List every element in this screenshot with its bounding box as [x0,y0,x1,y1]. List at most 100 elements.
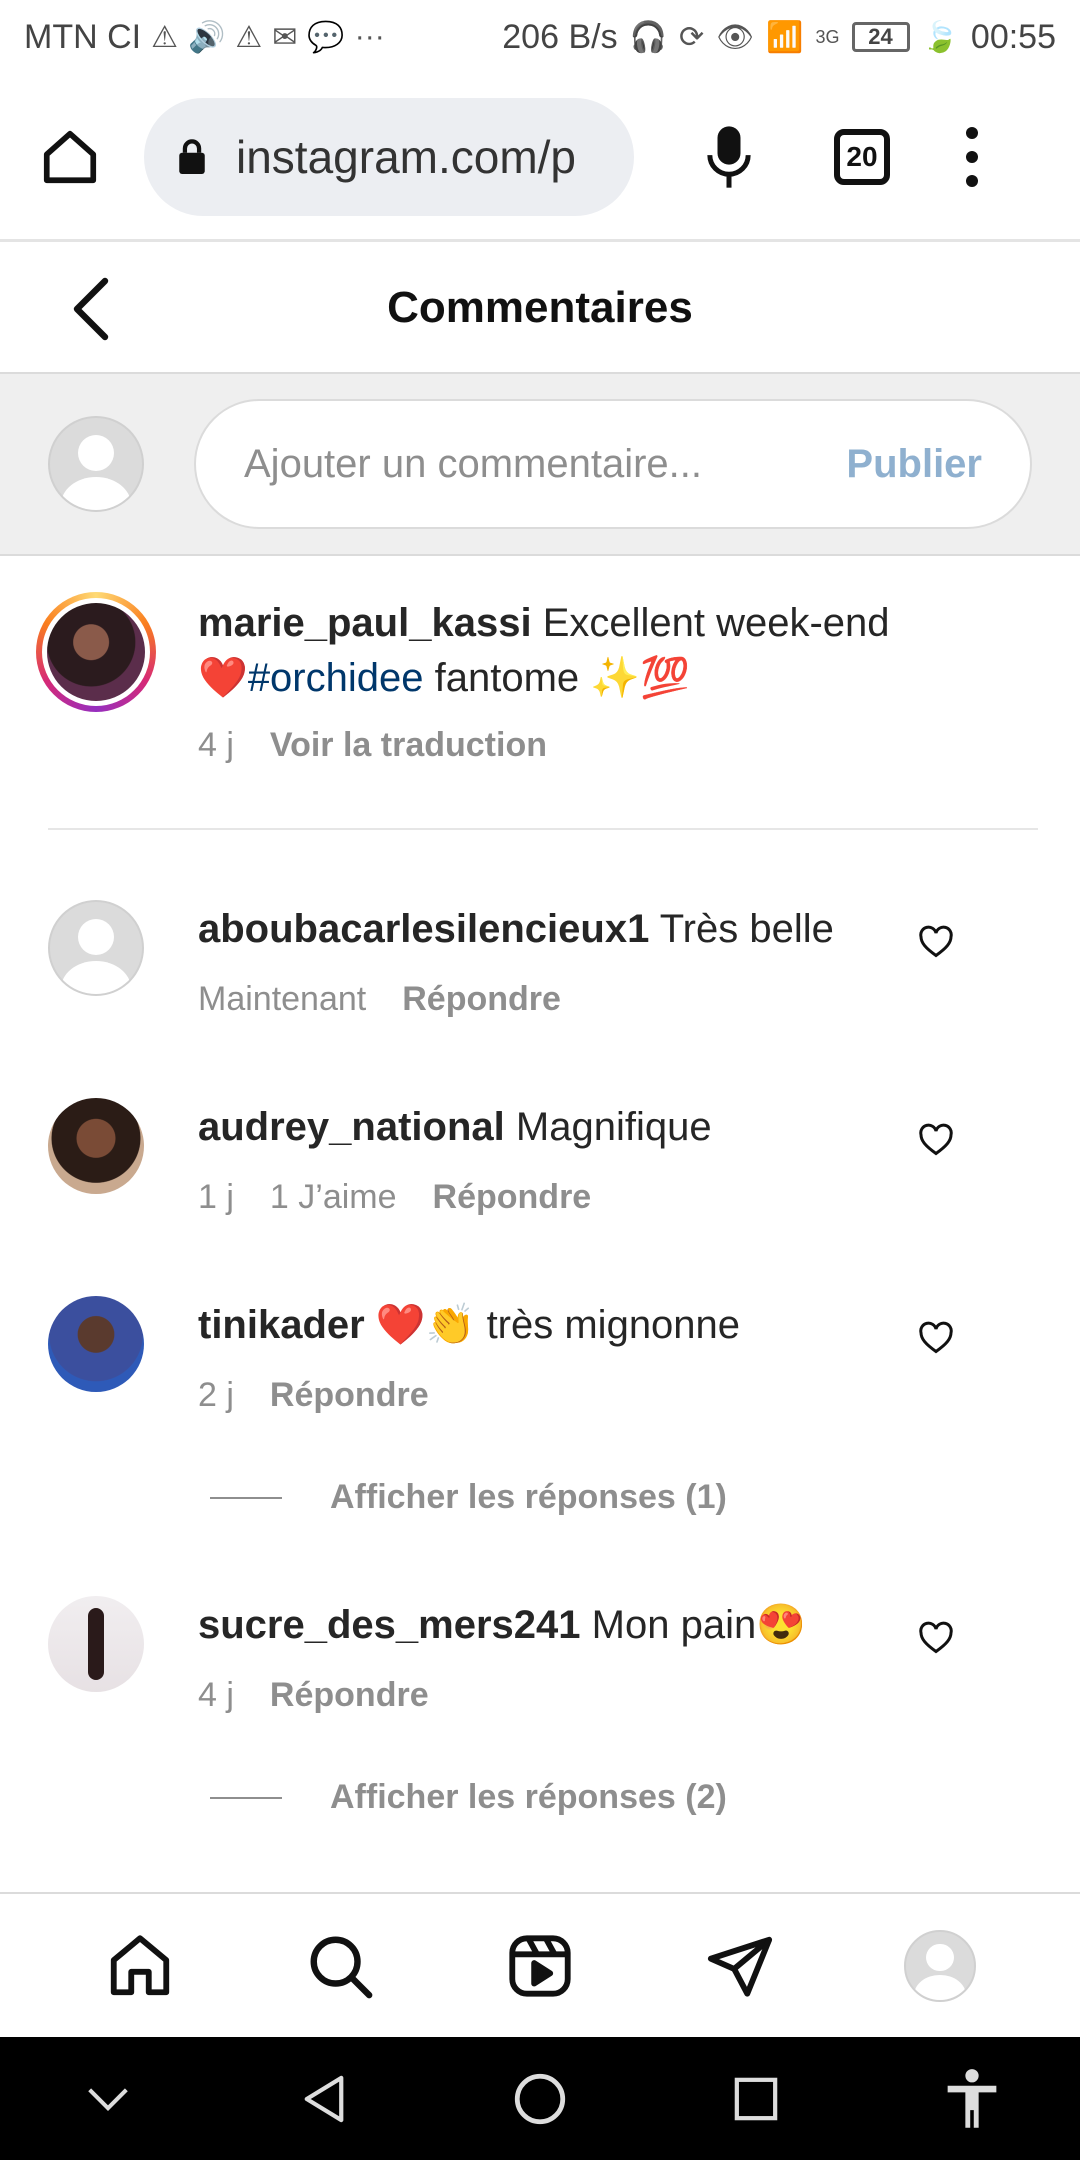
nav-direct[interactable] [690,1916,790,2016]
address-bar[interactable]: instagram.com/p [144,97,634,216]
comment-username[interactable]: sucre_des_mers241 [198,1603,581,1647]
system-home-button[interactable] [495,2054,585,2144]
comment-time: 1 j [198,1178,234,1216]
voice-search-button[interactable] [694,117,764,197]
hashtag-link[interactable]: #orchidee [248,656,424,700]
comment-meta: Maintenant Répondre [198,980,561,1019]
heart-icon [919,1621,953,1654]
browser-toolbar: instagram.com/p 20 [0,74,1080,242]
nav-search[interactable] [290,1916,390,2016]
volume-icon: 🔊 [188,20,226,54]
comment-body: Mon pain😍 [591,1603,807,1647]
like-comment-button[interactable] [916,1618,956,1658]
reels-icon [509,1934,571,1997]
heart-icon [919,1123,953,1156]
browser-home-button[interactable] [30,117,110,197]
chat-icon: 💬 [307,20,345,54]
comment-body: ❤️👏 très mignonne [375,1303,741,1347]
commenter-avatar[interactable] [48,900,144,996]
comment-time: Maintenant [198,980,367,1018]
accessibility-button[interactable] [927,2054,1017,2144]
caption-meta: 4 j Voir la traduction [198,726,547,765]
divider [48,828,1038,830]
like-comment-button[interactable] [916,1318,956,1358]
headphones-icon: 🎧 [629,20,667,54]
chevron-down-icon [88,2087,128,2111]
bottom-navigation [0,1892,1080,2037]
nav-home[interactable] [90,1916,190,2016]
like-comment-button[interactable] [916,922,956,962]
browser-menu-button[interactable] [952,117,992,197]
comment-username[interactable]: tinikader [198,1303,365,1347]
send-icon [707,1936,773,1997]
commenter-avatar[interactable] [48,1596,144,1692]
home-icon [110,1934,170,1995]
accessibility-icon [947,2068,997,2128]
comment-composer: Publier [0,374,1080,556]
translate-link[interactable]: Voir la traduction [270,726,547,765]
show-replies-button[interactable]: Afficher les réponses (1) [210,1478,727,1517]
battery-indicator: 24 [851,22,910,52]
tab-switcher-button[interactable]: 20 [834,128,890,185]
leaf-icon: 🍃 [921,20,959,54]
menu-dot [966,174,978,187]
current-user-avatar [48,416,144,512]
status-bar: MTN CI ⚠ 🔊 ⚠ ✉ 💬 ··· 206 B/s 🎧 ⟳ 👁 📶 3G … [0,0,1080,74]
commenter-avatar[interactable] [48,1296,144,1392]
comment-input[interactable] [244,441,847,487]
warning-icon: ⚠ [151,20,178,54]
caption-body-end: fantome [434,656,580,700]
back-button[interactable] [56,274,126,344]
like-comment-button[interactable] [916,1120,956,1160]
comment-item: tinikader ❤️👏 très mignonne 2 j Répondre [0,1296,1080,1466]
heart-icon [919,925,953,958]
caption-body: Excellent week-end [542,601,890,645]
comment-username[interactable]: audrey_national [198,1105,505,1149]
clock: 00:55 [970,17,1056,56]
author-avatar [47,603,145,701]
caption-time: 4 j [198,726,234,764]
eye-icon: 👁 [716,20,755,54]
menu-dot [966,150,978,163]
system-recents-button[interactable] [711,2054,801,2144]
nav-profile[interactable] [890,1916,990,2016]
comment-time: 4 j [198,1676,234,1714]
network-type: 3G [815,26,840,47]
reply-button[interactable]: Répondre [270,1676,429,1715]
reply-button[interactable]: Répondre [402,980,561,1019]
replies-line [210,1796,282,1799]
heart-icon [919,1321,953,1354]
network-speed: 206 B/s [502,17,618,56]
lock-icon [170,135,214,179]
comment-username[interactable]: aboubacarlesilencieux1 [198,907,649,951]
show-replies-button[interactable]: Afficher les réponses (2) [210,1778,727,1817]
profile-avatar [904,1929,976,2002]
show-replies-label: Afficher les réponses (1) [330,1478,727,1516]
caption-username[interactable]: marie_paul_kassi [198,601,532,645]
comment-meta: 4 j Répondre [198,1676,429,1715]
comments-header: Commentaires [0,244,1080,374]
hide-nav-button[interactable] [63,2054,153,2144]
comment-text: aboubacarlesilencieux1 Très belle [198,904,918,954]
menu-dot [966,126,978,139]
sync-icon: ⟳ [678,20,705,54]
comment-time: 2 j [198,1376,234,1414]
commenter-avatar[interactable] [48,1098,144,1194]
comment-meta: 2 j Répondre [198,1376,429,1415]
home-icon [43,130,97,183]
microphone-icon [707,125,751,188]
publish-button[interactable]: Publier [846,442,982,487]
comment-text: sucre_des_mers241 Mon pain😍 [198,1600,918,1650]
search-icon [310,1936,373,1998]
comment-likes[interactable]: 1 J’aime [270,1178,397,1217]
comment-item: aboubacarlesilencieux1 Très belle Mainte… [0,900,1080,1070]
reply-button[interactable]: Répondre [270,1376,429,1415]
reply-button[interactable]: Répondre [433,1178,592,1217]
comment-body: Très belle [659,907,834,951]
comment-item: sucre_des_mers241 Mon pain😍 4 j Répondre [0,1596,1080,1766]
story-ring[interactable] [36,592,156,712]
home-circle-icon [514,2073,566,2124]
recents-square-icon [734,2077,778,2120]
system-back-button[interactable] [279,2054,369,2144]
nav-reels[interactable] [490,1916,590,2016]
